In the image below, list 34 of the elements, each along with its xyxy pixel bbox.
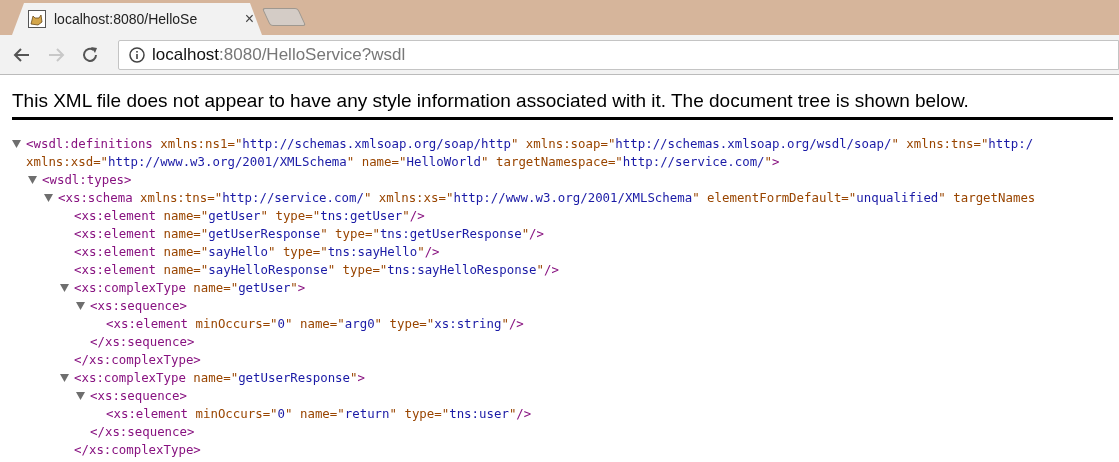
collapse-triangle-icon[interactable] xyxy=(60,284,69,292)
collapse-triangle-icon[interactable] xyxy=(60,374,69,382)
collapse-triangle-icon[interactable] xyxy=(28,176,37,184)
collapse-triangle-icon[interactable] xyxy=(76,302,85,310)
code-line: <xs:sequence> xyxy=(90,297,187,315)
code-line: xmlns:xsd="http://www.w3.org/2001/XMLSchema" name="HelloWorld" targetNamespace="http://service.com/"> xyxy=(26,153,780,171)
code-line: <xs:element name="sayHelloResponse" type="tns:sayHelloResponse"/> xyxy=(74,261,559,279)
code-line: </xs:complexType> xyxy=(74,441,201,459)
code-line: <xs:element name="getUser" type="tns:getUser"/> xyxy=(74,207,425,225)
code-line: </xs:complexType> xyxy=(74,351,201,369)
code-line: <xs:schema xmlns:tns="http://service.com/" xmlns:xs="http://www.w3.org/2001/XMLSchema" elementFormDefault="unqualified" targetNames xyxy=(58,189,1036,207)
code-line: <wsdl:types> xyxy=(42,171,132,189)
code-line: <xs:element name="getUserResponse" type="tns:getUserResponse"/> xyxy=(74,225,544,243)
close-icon[interactable]: × xyxy=(244,7,254,31)
code-line: <xs:element name="sayHello" type="tns:sayHello"/> xyxy=(74,243,440,261)
code-line: <xs:element minOccurs="0" name="return" type="tns:user"/> xyxy=(106,405,532,423)
code-line: </xs:sequence> xyxy=(90,423,195,441)
code-line: <xs:element minOccurs="0" name="arg0" type="xs:string"/> xyxy=(106,315,524,333)
browser-tab[interactable]: localhost:8080/HelloSe × xyxy=(12,3,262,35)
code-line: <xs:sequence> xyxy=(90,387,187,405)
tab-title: localhost:8080/HelloSe xyxy=(54,9,198,29)
url-text: localhost:8080/HelloService?wsdl xyxy=(152,43,406,66)
code-line: <xs:complexType name="getUser"> xyxy=(74,279,306,297)
notice-text: This XML file does not appear to have any style information associated with it. The document tree is shown below. xyxy=(12,89,970,113)
cat-icon xyxy=(28,10,46,28)
collapse-triangle-icon[interactable] xyxy=(12,140,21,148)
code-line: </xs:sequence> xyxy=(90,333,195,351)
collapse-triangle-icon[interactable] xyxy=(44,194,53,202)
info-icon xyxy=(129,46,145,63)
collapse-triangle-icon[interactable] xyxy=(76,392,85,400)
code-line: <xs:complexType name="getUserResponse"> xyxy=(74,369,365,387)
code-line: <wsdl:definitions xmlns:ns1="http://schemas.xmlsoap.org/soap/http" xmlns:soap="http://schemas.xmlsoap.org/wsdl/soap/" xmlns:tns="http:/ xyxy=(26,135,1034,153)
address-bar[interactable]: localhost:8080/HelloService?wsdl xyxy=(118,39,1119,70)
reload-icon[interactable] xyxy=(80,44,100,65)
